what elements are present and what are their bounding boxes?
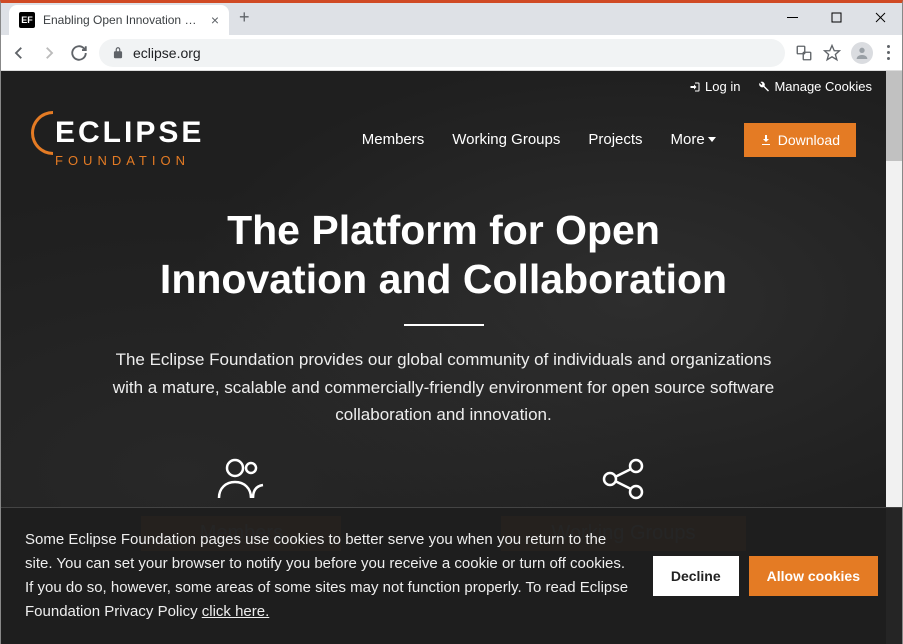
download-icon [760,134,772,146]
cookie-text: Some Eclipse Foundation pages use cookie… [25,528,629,624]
profile-avatar[interactable] [851,42,873,64]
back-button[interactable] [9,43,29,63]
url-text: eclipse.org [133,45,201,61]
main-nav: Members Working Groups Projects More Dow… [362,123,856,157]
login-label: Log in [705,79,740,94]
nav-more-label: More [671,131,705,148]
translate-icon[interactable] [795,44,813,62]
login-icon [689,81,701,93]
browser-toolbar: eclipse.org [1,35,902,71]
tab-favicon: EF [19,12,35,28]
hero-title: The Platform for Open Innovation and Col… [61,206,826,304]
nav-projects[interactable]: Projects [588,131,642,148]
window-close-button[interactable] [858,3,902,31]
nav-members[interactable]: Members [362,131,425,148]
bookmark-star-icon[interactable] [823,44,841,62]
scrollbar-thumb[interactable] [886,71,902,161]
browser-tab[interactable]: EF Enabling Open Innovation & C × [9,5,229,35]
cookie-banner: Some Eclipse Foundation pages use cookie… [1,507,902,644]
reload-button[interactable] [69,43,89,63]
window-minimize-button[interactable] [770,3,814,31]
window-maximize-button[interactable] [814,3,858,31]
tab-close-icon[interactable]: × [211,12,219,28]
wrench-icon [758,81,770,93]
logo-arc-icon [31,111,53,155]
working-groups-icon [600,456,646,502]
chevron-down-icon [708,137,716,142]
address-bar[interactable]: eclipse.org [99,39,785,67]
download-button[interactable]: Download [744,123,856,157]
manage-cookies-link[interactable]: Manage Cookies [758,79,872,94]
manage-cookies-label: Manage Cookies [774,79,872,94]
nav-working-groups[interactable]: Working Groups [452,131,560,148]
download-label: Download [778,132,840,148]
forward-button[interactable] [39,43,59,63]
logo-subtext: FOUNDATION [55,153,204,168]
nav-more[interactable]: More [671,131,716,148]
lock-icon [111,46,125,60]
tab-title: Enabling Open Innovation & C [43,13,203,27]
browser-titlebar: EF Enabling Open Innovation & C × + [1,3,902,35]
members-icon [213,456,269,502]
browser-menu-button[interactable] [883,45,894,60]
eclipse-logo[interactable]: ECLIPSE FOUNDATION [31,111,204,168]
decline-cookies-button[interactable]: Decline [653,556,739,596]
hero-divider [404,324,484,326]
logo-text: ECLIPSE [55,116,204,150]
cookie-policy-link[interactable]: click here. [202,603,270,620]
hero-description: The Eclipse Foundation provides our glob… [104,346,784,428]
allow-cookies-button[interactable]: Allow cookies [749,556,878,596]
login-link[interactable]: Log in [689,79,740,94]
new-tab-button[interactable]: + [239,7,250,28]
